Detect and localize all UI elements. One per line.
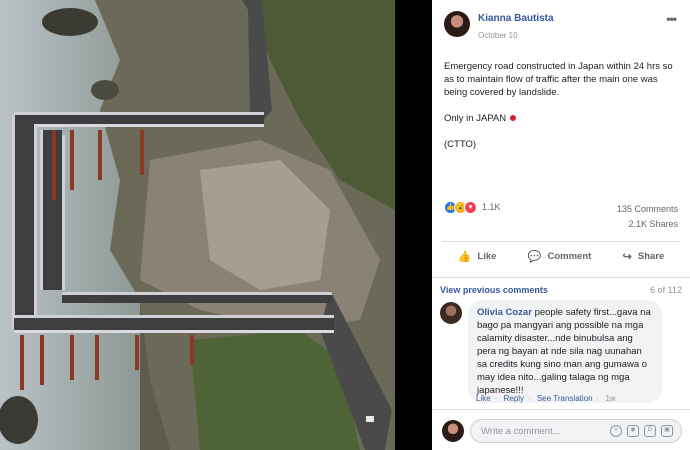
- comment-author[interactable]: Olivia Cozar: [477, 307, 532, 318]
- post-text: Emergency road constructed in Japan with…: [444, 60, 680, 164]
- current-user-avatar: [442, 420, 464, 442]
- post-paragraph: Emergency road constructed in Japan with…: [444, 61, 673, 98]
- emoji-icon[interactable]: ☺: [610, 425, 622, 437]
- love-reaction-icon: ♥: [464, 200, 477, 214]
- post-photo[interactable]: [0, 0, 395, 450]
- shares-count[interactable]: 2.1K Shares: [617, 217, 678, 232]
- post-paragraph: Only in JAPAN: [444, 112, 680, 125]
- camera-icon[interactable]: ◉: [627, 425, 639, 437]
- like-label: Like: [477, 251, 497, 262]
- comment-label: Comment: [547, 251, 592, 262]
- comment-like-link[interactable]: Like: [476, 394, 491, 403]
- author-avatar[interactable]: [444, 11, 470, 37]
- post-paragraph: (CTTO): [444, 139, 477, 150]
- facebook-post-panel: Kianna Bautista October 10 ••• Emergency…: [432, 0, 690, 450]
- comment-actions: Like · Reply · See Translation · 1w: [476, 394, 616, 403]
- post-date[interactable]: October 10: [478, 31, 518, 40]
- comment-input[interactable]: Write a comment... ☺ ◉ G ▣: [470, 419, 682, 443]
- comment-input-placeholder: Write a comment...: [481, 426, 561, 437]
- more-options-icon[interactable]: •••: [666, 12, 677, 26]
- comment-time[interactable]: 1w: [605, 394, 615, 403]
- reaction-count: 1.1K: [482, 202, 501, 212]
- comment-text: people safety first...gava na bago pa ma…: [477, 307, 651, 396]
- post-header: Kianna Bautista October 10 •••: [432, 0, 690, 50]
- like-button[interactable]: 👍 Like: [458, 250, 497, 263]
- reactions-summary[interactable]: 👍 😮 ♥ 1.1K: [444, 199, 501, 215]
- comment-button[interactable]: 💬 Comment: [528, 250, 592, 263]
- share-button[interactable]: ↪ Share: [623, 250, 665, 263]
- view-previous-comments-link[interactable]: View previous comments: [440, 285, 548, 295]
- gif-icon[interactable]: G: [644, 425, 656, 437]
- see-translation-link[interactable]: See Translation: [537, 394, 593, 403]
- commenter-avatar[interactable]: [440, 302, 462, 324]
- sticker-icon[interactable]: ▣: [661, 425, 673, 437]
- post-action-bar: 👍 Like 💬 Comment ↪ Share: [442, 241, 680, 271]
- engagement-counts: 135 Comments 2.1K Shares: [617, 202, 678, 232]
- speech-bubble-icon: 💬: [527, 251, 542, 263]
- write-comment-row: Write a comment... ☺ ◉ G ▣: [432, 409, 690, 450]
- comments-pagination: 6 of 112: [650, 285, 682, 295]
- comment-reply-link[interactable]: Reply: [504, 394, 524, 403]
- share-arrow-icon: ↪: [622, 251, 632, 263]
- comment-input-icons: ☺ ◉ G ▣: [610, 425, 673, 437]
- thumbs-up-icon: 👍: [457, 251, 472, 263]
- author-name[interactable]: Kianna Bautista: [478, 13, 554, 24]
- comment-bubble: Olivia Cozar people safety first...gava …: [468, 300, 662, 403]
- landslide-road-photo: [0, 0, 395, 450]
- share-label: Share: [637, 251, 665, 262]
- post-paragraph-text: Only in JAPAN: [444, 113, 507, 124]
- japan-flag-icon: [510, 115, 517, 122]
- previous-comments-row: View previous comments 6 of 112: [440, 285, 682, 295]
- comments-section: View previous comments 6 of 112 Olivia C…: [432, 277, 690, 450]
- comments-count[interactable]: 135 Comments: [617, 202, 678, 217]
